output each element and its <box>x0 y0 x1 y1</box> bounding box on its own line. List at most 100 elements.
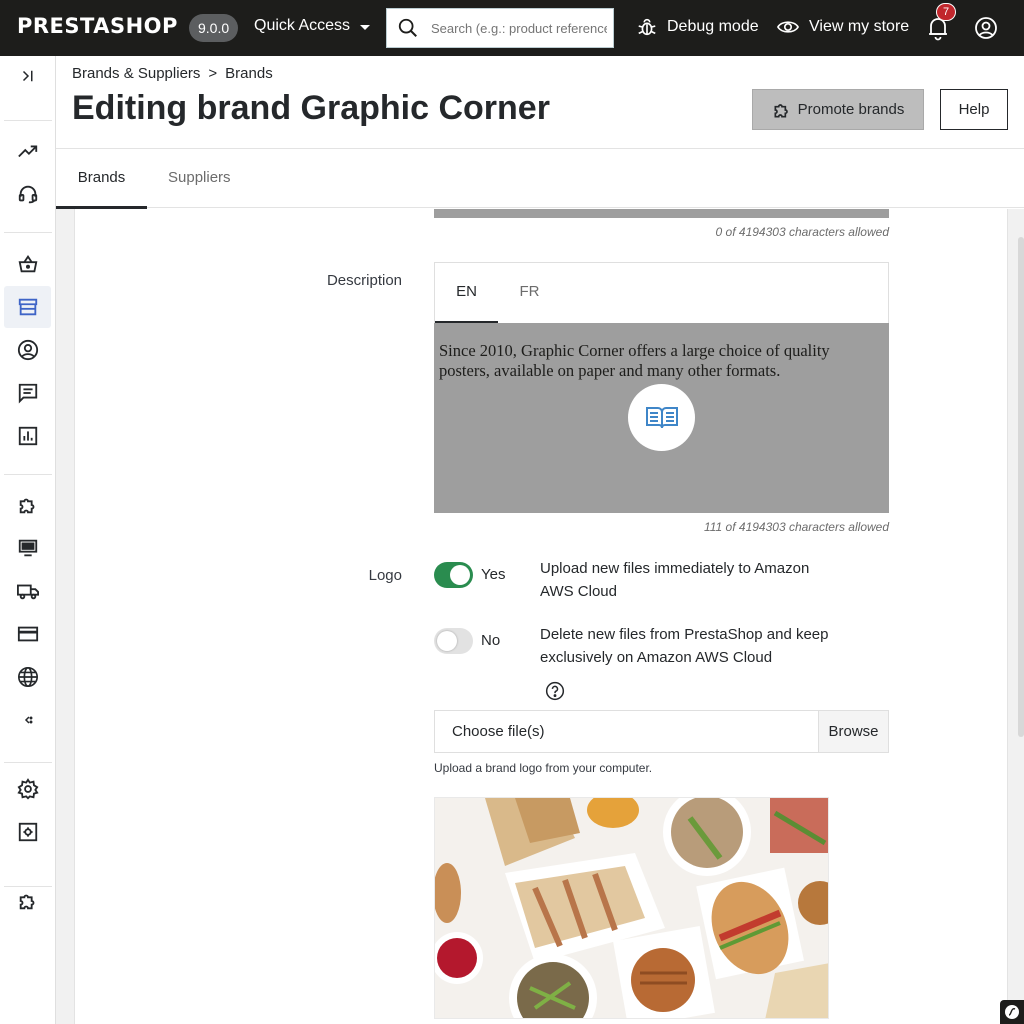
sidebar-item-stats[interactable] <box>14 422 42 450</box>
breadcrumb-parent[interactable]: Brands & Suppliers <box>72 65 200 82</box>
description-label: Description <box>326 272 402 289</box>
sidebar <box>0 56 56 1024</box>
sidebar-item-dashboard[interactable] <box>14 137 42 165</box>
debug-mode-button[interactable]: Debug mode <box>636 16 759 38</box>
debug-mode-label: Debug mode <box>667 18 759 35</box>
description-counter: 111 of 4194303 characters allowed <box>703 520 889 534</box>
top-bar: PRESTASHOP 9.0.0 Quick Access Debug mode… <box>0 0 1024 56</box>
tab-suppliers[interactable]: Suppliers <box>168 149 231 209</box>
toggle-knob <box>450 565 470 585</box>
account-button[interactable] <box>974 16 998 45</box>
sidebar-item-modules[interactable] <box>14 491 42 519</box>
sidebar-item-customers[interactable] <box>14 336 42 364</box>
store-icon <box>18 298 38 316</box>
symfony-icon <box>1005 1005 1019 1019</box>
sidebar-item-payment[interactable] <box>14 620 42 648</box>
message-icon <box>18 383 38 404</box>
storage-toggle-yes[interactable] <box>434 562 473 588</box>
logo-label: Logo <box>368 567 402 584</box>
book-icon <box>645 406 678 428</box>
symfony-toolbar-toggle[interactable] <box>1000 1000 1024 1024</box>
page-header: Brands & Suppliers > Brands Editing brand … <box>56 56 1024 148</box>
toggle-knob <box>437 631 457 651</box>
caret-down-icon <box>360 24 371 30</box>
option-no-description: Delete new files from PrestaShop and kee… <box>540 626 829 666</box>
collapse-icon <box>22 70 33 82</box>
search-icon <box>398 18 417 37</box>
sidebar-collapse-button[interactable] <box>14 62 42 90</box>
brand-logo-preview <box>434 797 829 1019</box>
help-button[interactable]: Help <box>940 89 1008 130</box>
quick-access-button[interactable]: Quick Access <box>254 17 371 35</box>
sidebar-item-international[interactable] <box>14 663 42 691</box>
browse-button[interactable]: Browse <box>818 711 888 752</box>
help-icon[interactable] <box>545 681 565 706</box>
page-scrollbar[interactable] <box>1018 237 1024 737</box>
stats-icon <box>18 426 38 446</box>
promote-brands-button[interactable]: Promote brands <box>752 89 924 130</box>
quick-access-label: Quick Access <box>254 17 351 34</box>
storage-toggle-no[interactable] <box>434 628 473 654</box>
headset-icon <box>18 185 38 204</box>
prestashop-logo[interactable]: PRESTASHOP <box>17 14 178 38</box>
short-description-editor-bottom[interactable] <box>434 209 889 218</box>
account-icon <box>975 17 997 39</box>
breadcrumb: Brands & Suppliers > Brands <box>72 65 273 82</box>
settings-box-icon <box>18 822 38 842</box>
sidebar-divider <box>4 232 52 233</box>
notification-badge: 7 <box>936 3 956 21</box>
user-icon <box>17 339 39 361</box>
food-photo-image <box>435 798 828 1018</box>
sidebar-divider <box>4 120 52 121</box>
option-no-label: No <box>481 632 501 649</box>
sidebar-item-more[interactable] <box>14 706 42 734</box>
puzzle-icon <box>19 894 35 910</box>
globe-icon <box>18 667 38 687</box>
sidebar-item-support[interactable] <box>14 180 42 208</box>
search-input[interactable] <box>431 20 607 36</box>
credit-card-icon <box>17 626 39 642</box>
monitor-icon <box>18 539 38 557</box>
puzzle-icon <box>774 103 788 117</box>
option-yes-description: Upload new files immediately to Amazon A… <box>540 560 810 600</box>
file-input-placeholder: Choose file(s) <box>452 723 545 740</box>
editor-overlay-button[interactable] <box>628 384 695 451</box>
view-store-button[interactable]: View my store <box>776 16 909 38</box>
sidebar-item-advanced[interactable] <box>14 818 42 846</box>
version-badge: 9.0.0 <box>189 14 239 42</box>
chevron-icon <box>24 716 33 724</box>
view-store-label: View my store <box>809 18 910 35</box>
description-text[interactable]: Since 2010, Graphic Corner offers a larg… <box>439 341 879 381</box>
promote-brands-label: Promote brands <box>797 101 905 118</box>
bug-icon <box>638 18 656 36</box>
eye-icon <box>776 21 800 33</box>
description-language-tabs: EN FR <box>434 262 889 324</box>
page-title: Editing brand Graphic Corner <box>72 89 550 127</box>
main-tabs: Brands Suppliers <box>56 148 1024 209</box>
sidebar-item-orders[interactable] <box>14 250 42 278</box>
sidebar-divider <box>4 474 52 475</box>
lang-tab-fr[interactable]: FR <box>498 263 561 324</box>
puzzle-icon <box>19 498 35 514</box>
sidebar-item-extensions[interactable] <box>14 887 42 915</box>
search-box[interactable] <box>386 8 614 48</box>
sidebar-item-messages[interactable] <box>14 379 42 407</box>
option-yes-label: Yes <box>481 566 506 583</box>
short-description-counter: 0 of 4194303 characters allowed <box>715 225 889 239</box>
file-help-text: Upload a brand logo from your computer. <box>434 761 653 775</box>
sidebar-item-shipping[interactable] <box>14 577 42 605</box>
sidebar-divider <box>4 762 52 763</box>
logo-file-input[interactable]: Choose file(s) Browse <box>434 710 889 753</box>
tab-brands[interactable]: Brands <box>56 149 147 209</box>
sidebar-item-configure[interactable] <box>14 775 42 803</box>
sidebar-item-catalog[interactable] <box>14 293 42 321</box>
truck-icon <box>17 584 39 600</box>
breadcrumb-separator: > <box>208 65 218 82</box>
breadcrumb-current[interactable]: Brands <box>225 65 273 82</box>
gear-icon <box>17 778 39 800</box>
description-editor[interactable]: Since 2010, Graphic Corner offers a larg… <box>434 323 889 513</box>
trending-icon <box>18 145 38 158</box>
lang-tab-en[interactable]: EN <box>435 263 498 324</box>
basket-icon <box>18 255 38 273</box>
sidebar-item-design[interactable] <box>14 534 42 562</box>
